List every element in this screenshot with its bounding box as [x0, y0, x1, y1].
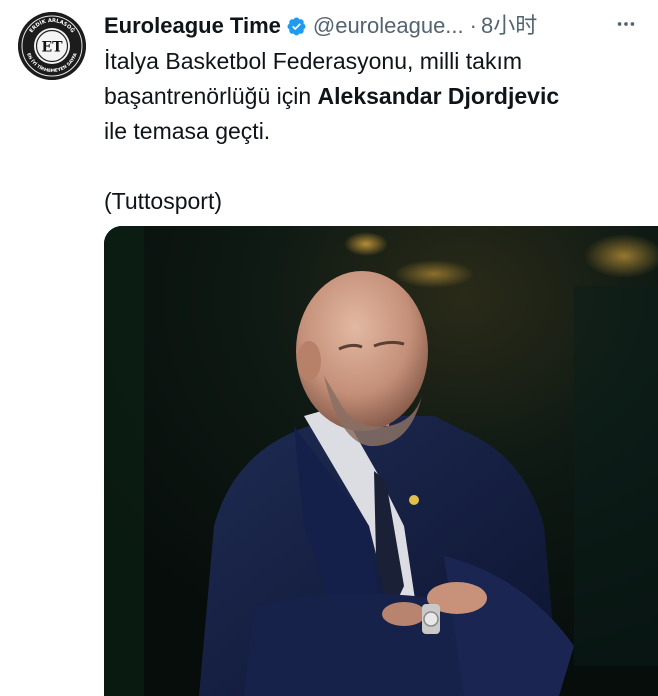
tweet-text-line-2: başantrenörlüğü için Aleksandar Djordjev…	[104, 79, 649, 114]
separator-dot: ·	[469, 13, 477, 38]
tweet-text-line-1: İtalya Basketbol Federasyonu, milli takı…	[104, 48, 523, 74]
mentioned-name: Aleksandar Djordjevic	[317, 83, 560, 109]
more-options-button[interactable]	[612, 10, 640, 38]
tweet-card[interactable]: ERDİK ARLASOĞ EN İYİ TİRMEMEYEN SAYFA ET…	[0, 0, 658, 696]
timestamp[interactable]: 8小时	[481, 12, 537, 40]
tweet-header: Euroleague Time @euroleague... · 8小时	[104, 12, 649, 40]
display-name[interactable]: Euroleague Time	[104, 12, 281, 40]
avatar[interactable]: ERDİK ARLASOĞ EN İYİ TİRMEMEYEN SAYFA ET	[18, 12, 86, 80]
tweet-photo[interactable]	[104, 226, 658, 696]
verified-badge-icon	[286, 16, 307, 37]
tweet-text: İtalya Basketbol Federasyonu, milli takı…	[104, 44, 649, 219]
tweet-text-line-3: ile temasa geçti.	[104, 118, 271, 144]
more-horizontal-icon	[617, 22, 635, 26]
tweet-source: (Tuttosport)	[104, 188, 223, 214]
avatar-monogram: ET	[41, 40, 63, 56]
tweet-text-line-2-plain: başantrenörlüğü için	[104, 83, 318, 109]
handle[interactable]: @euroleague...	[313, 12, 464, 40]
